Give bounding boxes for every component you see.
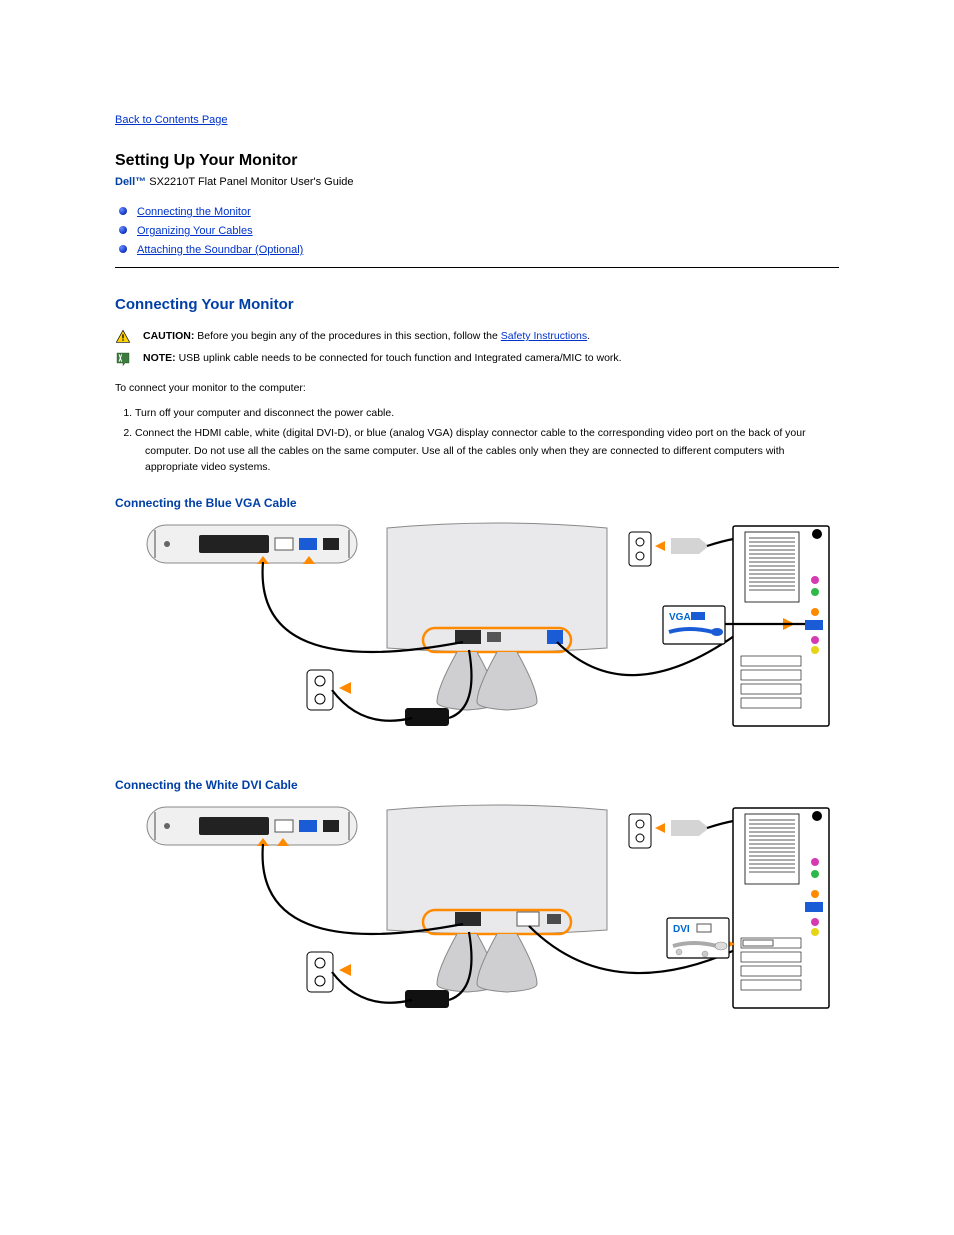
caution-icon bbox=[115, 329, 133, 345]
back-to-contents-link[interactable]: Back to Contents Page bbox=[115, 114, 228, 126]
divider bbox=[115, 267, 839, 268]
step-1: Turn off your computer and disconnect th… bbox=[135, 405, 839, 423]
intro-text: To connect your monitor to the computer: bbox=[115, 381, 839, 397]
steps-list: Turn off your computer and disconnect th… bbox=[115, 405, 839, 443]
table-of-contents: Connecting the Monitor Organizing Your C… bbox=[115, 202, 839, 259]
toc-link-soundbar[interactable]: Attaching the Soundbar (Optional) bbox=[137, 244, 303, 256]
subheading-vga: Connecting the Blue VGA Cable bbox=[115, 496, 839, 510]
caution-label: CAUTION: bbox=[143, 330, 194, 342]
section-heading-connecting: Connecting Your Monitor bbox=[115, 296, 839, 313]
note-text: USB uplink cable needs to be connected f… bbox=[176, 352, 622, 364]
caution-text-post: . bbox=[587, 330, 590, 342]
caution-notice: CAUTION: Before you begin any of the pro… bbox=[115, 329, 839, 345]
note-notice: NOTE: USB uplink cable needs to be conne… bbox=[115, 351, 839, 367]
dvi-label: DVI bbox=[673, 924, 690, 935]
step-2-continuation: computer. Do not use all the cables on t… bbox=[145, 444, 839, 476]
note-label: NOTE: bbox=[143, 352, 176, 364]
safety-instructions-link[interactable]: Safety Instructions bbox=[501, 330, 587, 342]
toc-link-organizing[interactable]: Organizing Your Cables bbox=[137, 225, 253, 237]
page-subtitle: Dell™ SX2210T Flat Panel Monitor User's … bbox=[115, 176, 839, 188]
caution-text-pre: Before you begin any of the procedures i… bbox=[194, 330, 500, 342]
brand-name: Dell™ bbox=[115, 176, 146, 188]
step-2-pre: Connect the HDMI cable, white (digital D… bbox=[135, 427, 806, 439]
step-2: Connect the HDMI cable, white (digital D… bbox=[135, 425, 839, 443]
step-2-post: computer. Do not use all the cables on t… bbox=[145, 445, 419, 457]
note-icon bbox=[115, 351, 133, 367]
subtitle-text: SX2210T Flat Panel Monitor User's Guide bbox=[146, 176, 353, 188]
toc-link-connecting[interactable]: Connecting the Monitor bbox=[137, 206, 251, 218]
diagram-vga: VGA bbox=[115, 520, 839, 750]
page-title: Setting Up Your Monitor bbox=[115, 152, 839, 170]
diagram-dvi: DVI bbox=[115, 802, 839, 1032]
subheading-dvi: Connecting the White DVI Cable bbox=[115, 778, 839, 792]
vga-label: VGA bbox=[669, 612, 691, 623]
